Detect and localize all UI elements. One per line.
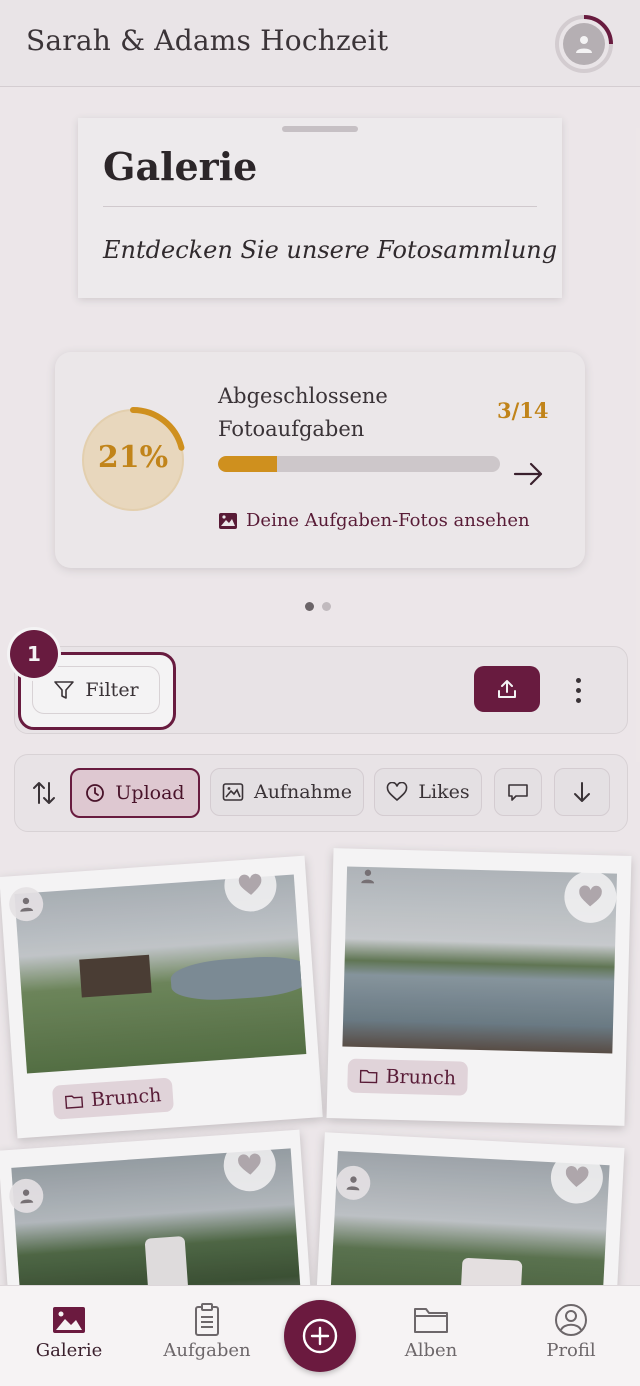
photo-card[interactable]: Brunch (326, 848, 632, 1126)
sort-chip-likes[interactable]: Likes (374, 768, 482, 816)
album-tag[interactable]: Brunch (347, 1058, 469, 1096)
avatar-button[interactable] (554, 14, 614, 74)
add-photo-button[interactable] (284, 1300, 356, 1372)
user-icon (361, 869, 375, 884)
user-icon (576, 36, 592, 53)
comment-icon (508, 784, 528, 801)
image-icon (222, 783, 244, 801)
arrow-down-icon (574, 782, 590, 802)
clock-icon (86, 784, 105, 802)
heart-icon (238, 1153, 261, 1175)
user-icon (20, 1189, 34, 1204)
user-icon (346, 1176, 360, 1191)
clipboard-icon (195, 1303, 219, 1336)
divider (103, 206, 537, 207)
gallery-header-card: Galerie Entdecken Sie unsere Fotosammlun… (78, 118, 562, 298)
album-tag-label: Brunch (385, 1065, 457, 1090)
more-dot (575, 687, 581, 693)
card-handle (282, 126, 358, 132)
sort-toggle-icon[interactable] (30, 779, 58, 807)
nav-label: Profil (546, 1340, 596, 1361)
sort-chip-upload[interactable]: Upload (70, 768, 200, 818)
more-dot (575, 697, 581, 703)
upload-icon (498, 680, 516, 698)
user-icon (20, 897, 34, 912)
page-title: Galerie (103, 144, 258, 189)
photo-card[interactable]: Brunch (0, 855, 323, 1139)
carousel-dots (305, 602, 331, 611)
page-subtitle: Entdecken Sie unsere Fotosammlung (103, 236, 558, 264)
album-tag[interactable]: Brunch (51, 1077, 175, 1120)
app-title: Sarah & Adams Hochzeit (26, 24, 389, 57)
progress-bar (218, 456, 500, 472)
upload-button[interactable] (474, 666, 540, 712)
nav-label: Aufgaben (163, 1340, 251, 1361)
sort-chip-label: Likes (418, 781, 470, 803)
folder-icon (414, 1308, 448, 1333)
heart-icon (387, 782, 408, 802)
progress-percent: 21% (97, 440, 169, 475)
nav-item-galerie[interactable]: Galerie (14, 1300, 124, 1361)
progress-label: Abgeschlossene Fotoaufgaben (218, 384, 388, 441)
folder-icon (64, 1095, 84, 1109)
avatar (563, 23, 605, 65)
heart-icon (565, 1165, 589, 1187)
task-photos-link[interactable]: Deine Aufgaben-Fotos ansehen (218, 510, 530, 531)
profile-icon (555, 1304, 587, 1336)
progress-bar-fill (218, 456, 278, 472)
image-icon (219, 512, 237, 529)
carousel-dot-1[interactable] (305, 602, 314, 611)
sort-direction-button[interactable] (554, 768, 610, 816)
more-dot (575, 677, 581, 683)
nav-item-aufgaben[interactable]: Aufgaben (152, 1300, 262, 1361)
filter-button[interactable]: Filter (32, 666, 160, 714)
nav-label: Alben (404, 1340, 458, 1361)
sort-chip-aufnahme[interactable]: Aufnahme (210, 768, 364, 816)
folder-icon (359, 1069, 378, 1084)
nav-label: Galerie (35, 1340, 103, 1361)
sort-chip-label: Upload (115, 782, 185, 804)
arrow-right-icon[interactable] (513, 460, 545, 488)
more-options-button[interactable] (566, 672, 590, 708)
nav-item-alben[interactable]: Alben (376, 1300, 486, 1361)
sort-chip-comments[interactable] (494, 768, 542, 816)
heart-icon (238, 873, 262, 895)
task-progress-card[interactable]: 21% Abgeschlossene Fotoaufgaben 3/14 Dei… (55, 352, 585, 568)
heart-icon (579, 885, 602, 907)
gallery-icon (53, 1307, 85, 1333)
filter-label: Filter (85, 679, 139, 701)
task-photos-link-label: Deine Aufgaben-Fotos ansehen (246, 510, 530, 531)
progress-count: 3/14 (497, 398, 549, 423)
sort-chip-label: Aufnahme (253, 781, 353, 803)
step-badge: 1 (10, 630, 58, 678)
filter-icon (54, 681, 75, 699)
app-header: Sarah & Adams Hochzeit (0, 0, 640, 87)
carousel-dot-2[interactable] (322, 602, 331, 611)
nav-item-profil[interactable]: Profil (516, 1300, 626, 1361)
album-tag-label: Brunch (90, 1084, 163, 1112)
plus-circle-icon (302, 1318, 338, 1354)
